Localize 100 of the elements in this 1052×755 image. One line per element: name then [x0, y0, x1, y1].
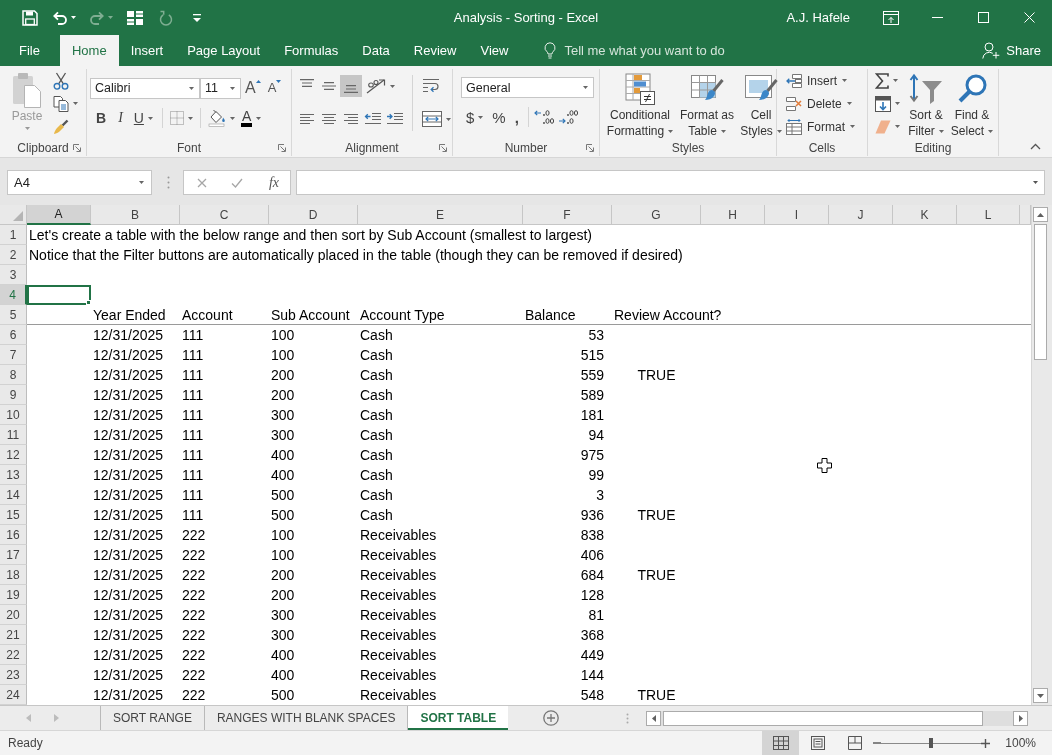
dialog-launcher-button[interactable]	[586, 143, 594, 152]
format-as-table-button[interactable]: Format as Table	[677, 69, 737, 139]
row-header[interactable]: 24	[0, 685, 27, 705]
column-header[interactable]: G	[612, 205, 701, 225]
find-select-button[interactable]: Find & Select	[949, 69, 995, 139]
row-header[interactable]: 22	[0, 645, 27, 665]
check-icon[interactable]	[231, 177, 244, 188]
zoom-level: 100%	[1005, 736, 1036, 750]
row-header[interactable]: 8	[0, 365, 27, 385]
collapse-ribbon-button[interactable]	[1030, 143, 1041, 150]
scissors-icon	[53, 71, 69, 90]
row-header[interactable]: 18	[0, 565, 27, 585]
ribbon-tab[interactable]: Page Layout	[175, 35, 273, 66]
cell-text: 589	[580, 387, 604, 404]
row-header[interactable]: 10	[0, 405, 27, 425]
column-header[interactable]: A	[27, 205, 91, 225]
percent-button[interactable]: %	[488, 106, 510, 128]
row-header[interactable]: 9	[0, 385, 27, 405]
page-break-icon	[847, 736, 862, 750]
cell-text: 12/31/2025	[93, 587, 164, 604]
row-header[interactable]: 2	[0, 245, 27, 265]
ribbon-tab[interactable]: Data	[350, 35, 402, 66]
ribbon-display-icon	[883, 10, 899, 25]
row-header[interactable]: 14	[0, 485, 27, 505]
scroll-up-button[interactable]	[1032, 207, 1048, 222]
scroll-right-button[interactable]	[1013, 710, 1028, 726]
dialog-launcher-button[interactable]	[278, 143, 286, 152]
row-header[interactable]: 13	[0, 465, 27, 485]
row-header[interactable]: 4	[0, 285, 27, 305]
row-header[interactable]: 23	[0, 665, 27, 685]
insert-cells-button[interactable]: Insert	[783, 69, 850, 92]
scrollbar-thumb[interactable]	[1033, 224, 1047, 360]
currency-button[interactable]: $	[461, 106, 489, 128]
caret-icon	[895, 102, 900, 105]
ribbon-tab[interactable]: File	[7, 35, 52, 66]
sort-filter-button[interactable]: Sort & Filter	[905, 69, 947, 139]
ribbon-tab[interactable]: Formulas	[272, 35, 351, 66]
ribbon-tab[interactable]: View	[468, 35, 521, 66]
vertical-scrollbar[interactable]	[1031, 205, 1048, 705]
column-header[interactable]: F	[523, 205, 612, 225]
shrink-font-button[interactable]: A	[264, 77, 285, 99]
caret-icon	[230, 86, 235, 90]
column-header[interactable]: B	[91, 205, 180, 225]
cell-styles-button[interactable]: Cell Styles	[739, 69, 783, 139]
number-format-field[interactable]: General	[461, 77, 594, 98]
tell-me-field[interactable]: Tell me what you want to do	[564, 43, 747, 58]
increase-decimal-icon	[533, 109, 556, 125]
bold-button[interactable]: B	[90, 107, 113, 129]
row-header[interactable]: 16	[0, 525, 27, 545]
share-button[interactable]: Share	[980, 35, 1043, 66]
column-header[interactable]: I	[765, 205, 829, 225]
row-header[interactable]: 17	[0, 545, 27, 565]
ribbon-tab[interactable]: Home	[59, 35, 119, 66]
name-box[interactable]: A4	[7, 170, 152, 195]
italic-button[interactable]: I	[112, 107, 129, 129]
active-cell[interactable]	[27, 285, 91, 305]
insert-function-button[interactable]: fx	[267, 174, 280, 191]
column-header[interactable]: C	[180, 205, 269, 225]
ribbon-tab[interactable]: Review	[401, 35, 469, 66]
font-name-field[interactable]: Calibri	[90, 77, 200, 99]
column-header[interactable]: K	[893, 205, 957, 225]
column-header[interactable]: E	[358, 205, 523, 225]
column-header[interactable]: H	[701, 205, 765, 225]
row-header[interactable]: 3	[0, 265, 27, 285]
column-header[interactable]: J	[829, 205, 893, 225]
cell-text: 12/31/2025	[93, 507, 164, 524]
delete-cells-button[interactable]: Delete	[783, 92, 855, 115]
comma-button[interactable]: ,	[509, 106, 524, 128]
row-header[interactable]: 7	[0, 345, 27, 365]
zoom-in-button[interactable]	[981, 738, 991, 748]
format-cells-button[interactable]: Format	[783, 115, 858, 138]
row-header[interactable]: 20	[0, 605, 27, 625]
formula-input[interactable]	[296, 170, 1045, 195]
row-header[interactable]: 21	[0, 625, 27, 645]
dialog-launcher-button[interactable]	[73, 143, 81, 152]
bottom-align-button[interactable]	[340, 75, 362, 97]
ribbon-tab[interactable]: Insert	[118, 35, 176, 66]
column-header[interactable]: L	[957, 205, 1020, 225]
underline-button[interactable]: U	[128, 107, 158, 129]
row-header[interactable]: 1	[0, 225, 27, 245]
conditional-formatting-button[interactable]: Conditional Formatting	[605, 69, 675, 139]
normal-view-button[interactable]	[762, 731, 800, 755]
merge-cells-icon	[422, 111, 442, 127]
cell-text: 12/31/2025	[93, 567, 164, 584]
column-header[interactable]: D	[269, 205, 358, 225]
row-header[interactable]: 5	[0, 305, 27, 325]
row-header[interactable]: 6	[0, 325, 27, 345]
scroll-left-button[interactable]	[646, 710, 661, 726]
merge-center-button[interactable]	[419, 108, 454, 130]
font-color-button[interactable]: A	[237, 107, 265, 129]
row-header[interactable]: 11	[0, 425, 27, 445]
scroll-down-button[interactable]	[1032, 688, 1048, 703]
row-header[interactable]: 15	[0, 505, 27, 525]
grow-font-button[interactable]: A	[241, 77, 265, 99]
font-size-field[interactable]: 11	[200, 77, 241, 99]
row-header[interactable]: 19	[0, 585, 27, 605]
dialog-launcher-button[interactable]	[439, 143, 447, 152]
row-header[interactable]: 12	[0, 445, 27, 465]
sheet-tab[interactable]: SORT TABLE	[407, 706, 509, 730]
zoom-slider-thumb[interactable]	[929, 738, 934, 748]
